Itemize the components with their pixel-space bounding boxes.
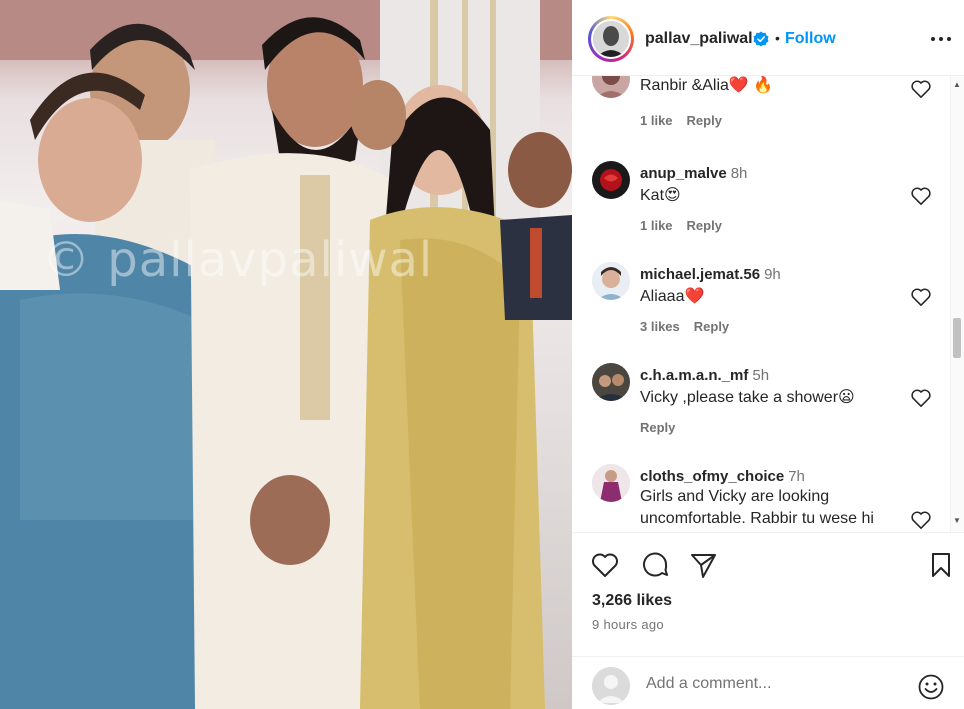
commenter-avatar[interactable] <box>592 161 630 199</box>
heart-outline-icon[interactable] <box>910 388 932 408</box>
comment-composer <box>572 656 964 709</box>
comment-time: 5h <box>752 367 770 384</box>
follow-button[interactable]: Follow <box>785 30 836 48</box>
current-user-avatar <box>592 667 630 705</box>
commenter-avatar[interactable] <box>592 464 630 502</box>
commenter-username[interactable]: michael.jemat.56 9h <box>640 266 781 283</box>
comment-meta: 1 like Reply <box>640 218 736 233</box>
comment-meta: Reply <box>640 420 689 435</box>
verified-badge-icon <box>753 31 769 47</box>
comment-reply-button[interactable]: Reply <box>687 218 722 233</box>
comments-scrollbar[interactable] <box>950 76 964 532</box>
comment-text: Kat😍 <box>640 187 681 204</box>
post-actions: 3,266 likes 9 hours ago <box>572 532 964 650</box>
comment-time: 8h <box>730 165 748 182</box>
heart-outline-icon[interactable] <box>590 550 620 580</box>
heart-outline-icon[interactable] <box>910 287 932 307</box>
comment-time: 7h <box>788 468 805 485</box>
bookmark-icon[interactable] <box>926 550 956 580</box>
comment-text: Vicky ,please take a shower😦 <box>640 389 855 406</box>
author-username[interactable]: pallav_paliwal <box>645 30 753 48</box>
post-photo[interactable]: © pallavpaliwal <box>0 0 572 709</box>
comment-username-text[interactable]: cloths_ofmy_choice <box>640 468 784 485</box>
share-send-icon[interactable] <box>688 550 718 580</box>
commenter-username[interactable]: c.h.a.m.a.n._mf 5h <box>640 367 769 384</box>
commenter-avatar[interactable] <box>592 363 630 401</box>
comment-like-count[interactable]: 1 like <box>640 113 673 128</box>
header-separator: • <box>775 30 780 46</box>
commenter-username[interactable]: cloths_ofmy_choice 7h <box>640 468 805 485</box>
author-avatar[interactable] <box>588 16 634 62</box>
heart-outline-icon[interactable] <box>910 186 932 206</box>
comment-like-count[interactable]: 3 likes <box>640 319 680 334</box>
comment-reply-button[interactable]: Reply <box>640 420 675 435</box>
comment-username-text[interactable]: anup_malve <box>640 165 727 182</box>
scroll-up-arrow[interactable]: ▲ <box>953 80 961 89</box>
commenter-avatar[interactable] <box>592 76 630 98</box>
comment-text: Ranbir &Alia❤️ 🔥 <box>640 77 774 94</box>
photo-watermark: © pallavpaliwal <box>42 232 434 288</box>
comments-list[interactable]: nidadamran4h Ranbir &Alia❤️ 🔥 1 likeRepl… <box>572 76 952 532</box>
comment-time: 9h <box>764 266 781 283</box>
scrollbar-thumb[interactable] <box>953 318 961 358</box>
post-header: pallav_paliwal • Follow <box>572 0 964 76</box>
comment-username-text[interactable]: michael.jemat.56 <box>640 266 760 283</box>
comment-reply-button[interactable]: Reply <box>694 319 729 334</box>
comment-meta: 3 likes Reply <box>640 319 743 334</box>
comment-text: Girls and Vicky are looking uncomfortabl… <box>640 488 874 527</box>
commenter-avatar[interactable] <box>592 262 630 300</box>
commenter-username[interactable]: anup_malve 8h <box>640 165 747 182</box>
emoji-smiley-icon[interactable] <box>917 673 945 701</box>
heart-outline-icon[interactable] <box>910 510 932 530</box>
comment-reply-button[interactable]: Reply <box>687 113 722 128</box>
comment-text: Aliaaa❤️ <box>640 288 705 305</box>
post-timestamp[interactable]: 9 hours ago <box>592 617 664 632</box>
like-count[interactable]: 3,266 likes <box>592 592 672 610</box>
more-options-icon[interactable] <box>930 30 952 48</box>
heart-outline-icon[interactable] <box>910 79 932 99</box>
post-image <box>0 0 572 709</box>
comment-meta: 1 like Reply <box>640 113 736 128</box>
comment-bubble-icon[interactable] <box>640 550 670 580</box>
post-detail-panel: pallav_paliwal • Follow nidadamran4h Ran… <box>572 0 964 709</box>
comment-like-count[interactable]: 1 like <box>640 218 673 233</box>
comment-username-text[interactable]: c.h.a.m.a.n._mf <box>640 367 748 384</box>
scroll-down-arrow[interactable]: ▼ <box>953 516 961 525</box>
add-comment-input[interactable] <box>646 675 906 693</box>
